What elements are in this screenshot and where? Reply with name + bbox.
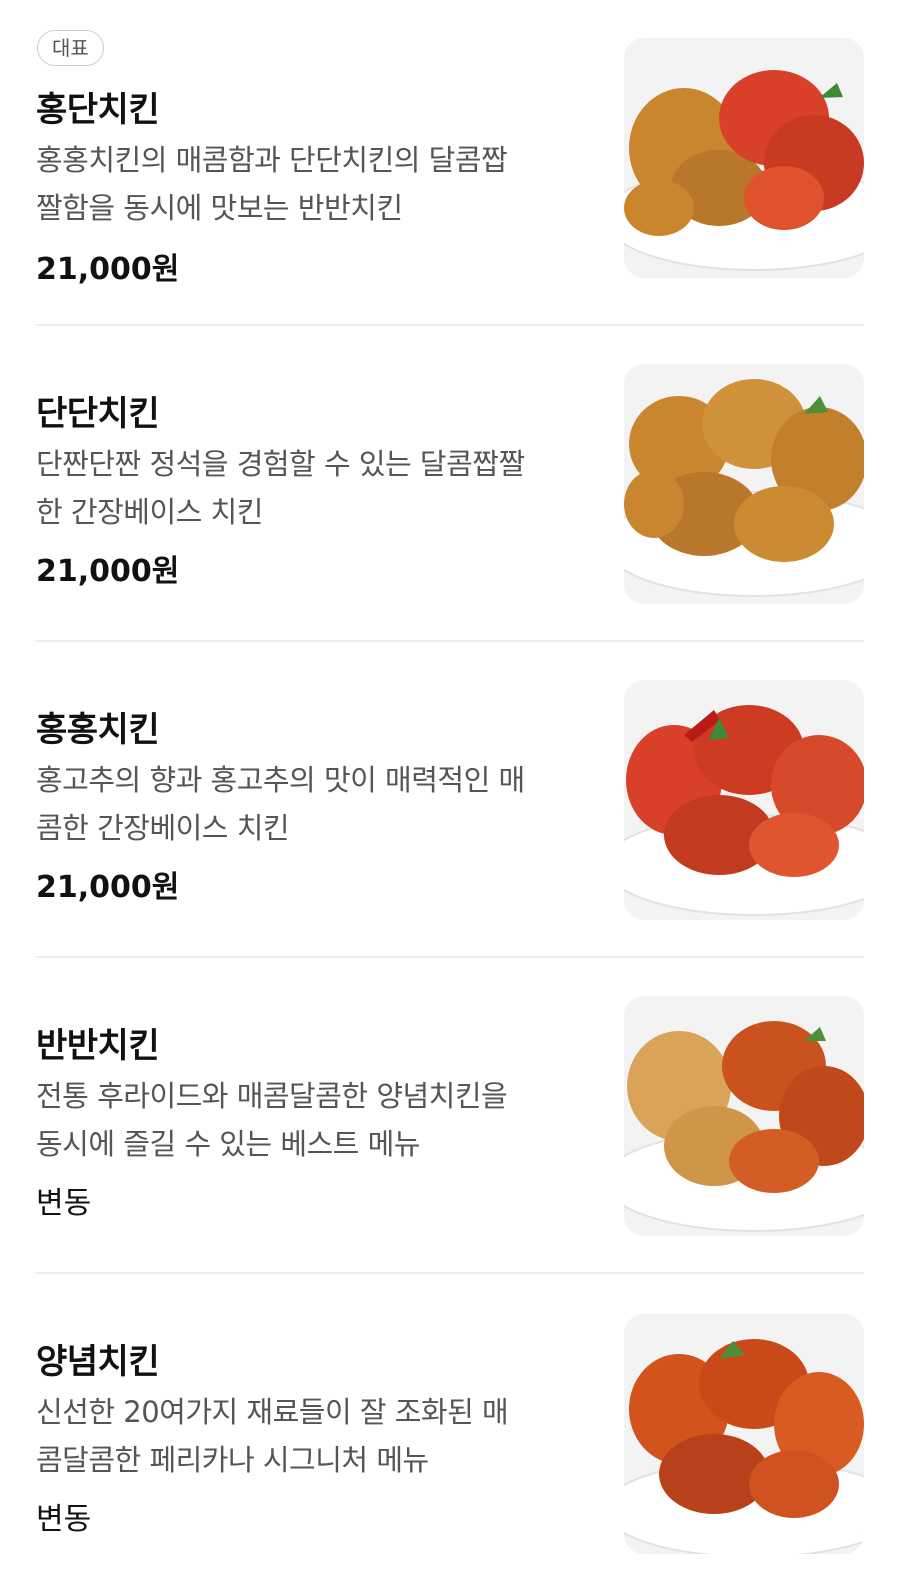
description-line: 홍홍치킨의 매콤함과 단단치킨의 달콤짭 (36, 143, 508, 177)
menu-item-price: 변동 (36, 1502, 92, 1537)
menu-item-name: 양념치킨 (36, 1342, 160, 1382)
chicken-photo[interactable] (624, 38, 864, 278)
menu-item-description: 신선한 20여가지 재료들이 잘 조화된 매 콤달콤한 페리카나 시그니처 메뉴 (36, 1388, 596, 1484)
menu-item-description: 단짠단짠 정석을 경험할 수 있는 달콤짭짤 한 간장베이스 치킨 (36, 440, 596, 536)
description-line: 전통 후라이드와 매콤달콤한 양념치킨을 (36, 1079, 508, 1113)
honghong-chicken-photo-icon (624, 705, 864, 916)
representative-badge: 대표 (37, 30, 104, 66)
menu-list: 대표 홍단치킨 홍홍치킨의 매콤함과 단단치킨의 달콤짭 짤함을 동시에 맛보는… (0, 0, 900, 1565)
description-line: 한 간장베이스 치킨 (36, 495, 263, 529)
menu-item-price: 변동 (36, 1186, 92, 1221)
description-line: 동시에 즐길 수 있는 베스트 메뉴 (36, 1127, 420, 1161)
chicken-photo[interactable] (624, 364, 864, 604)
description-line: 홍고추의 향과 홍고추의 맛이 매력적인 매 (36, 763, 525, 797)
menu-item-dandan[interactable]: 단단치킨 단짠단짠 정석을 경험할 수 있는 달콤짭짤 한 간장베이스 치킨 2… (36, 326, 864, 642)
menu-item-description: 홍고추의 향과 홍고추의 맛이 매력적인 매 콤한 간장베이스 치킨 (36, 756, 596, 852)
banban-chicken-photo-icon (624, 1021, 864, 1232)
menu-item-name: 홍단치킨 (36, 90, 160, 130)
menu-item-name: 반반치킨 (36, 1026, 160, 1066)
honeydan-chicken-photo-icon (624, 70, 864, 271)
chicken-photo[interactable] (624, 1314, 864, 1554)
menu-item-yangnyeom[interactable]: 양념치킨 신선한 20여가지 재료들이 잘 조화된 매 콤달콤한 페리카나 시그… (36, 1274, 864, 1590)
menu-item-description: 홍홍치킨의 매콤함과 단단치킨의 달콤짭 짤함을 동시에 맛보는 반반치킨 (36, 136, 596, 232)
dandan-chicken-photo-icon (624, 379, 864, 597)
chicken-photo[interactable] (624, 680, 864, 920)
menu-item-hongdan[interactable]: 대표 홍단치킨 홍홍치킨의 매콤함과 단단치킨의 달콤짭 짤함을 동시에 맛보는… (36, 10, 864, 326)
description-line: 콤한 간장베이스 치킨 (36, 811, 290, 845)
menu-item-name: 홍홍치킨 (36, 710, 160, 750)
description-line: 콤달콤한 페리카나 시그니처 메뉴 (36, 1443, 429, 1477)
yangnyeom-chicken-photo-icon (624, 1339, 864, 1554)
menu-item-honghong[interactable]: 홍홍치킨 홍고추의 향과 홍고추의 맛이 매력적인 매 콤한 간장베이스 치킨 … (36, 642, 864, 958)
menu-item-price: 21,000원 (36, 870, 180, 905)
menu-item-banban[interactable]: 반반치킨 전통 후라이드와 매콤달콤한 양념치킨을 동시에 즐길 수 있는 베스… (36, 958, 864, 1274)
menu-item-price: 21,000원 (36, 252, 180, 287)
menu-item-description: 전통 후라이드와 매콤달콤한 양념치킨을 동시에 즐길 수 있는 베스트 메뉴 (36, 1072, 596, 1168)
description-line: 신선한 20여가지 재료들이 잘 조화된 매 (36, 1395, 509, 1429)
menu-item-name: 단단치킨 (36, 394, 160, 434)
description-line: 짤함을 동시에 맛보는 반반치킨 (36, 191, 403, 225)
chicken-photo[interactable] (624, 996, 864, 1236)
description-line: 단짠단짠 정석을 경험할 수 있는 달콤짭짤 (36, 447, 525, 481)
menu-item-price: 21,000원 (36, 554, 180, 589)
